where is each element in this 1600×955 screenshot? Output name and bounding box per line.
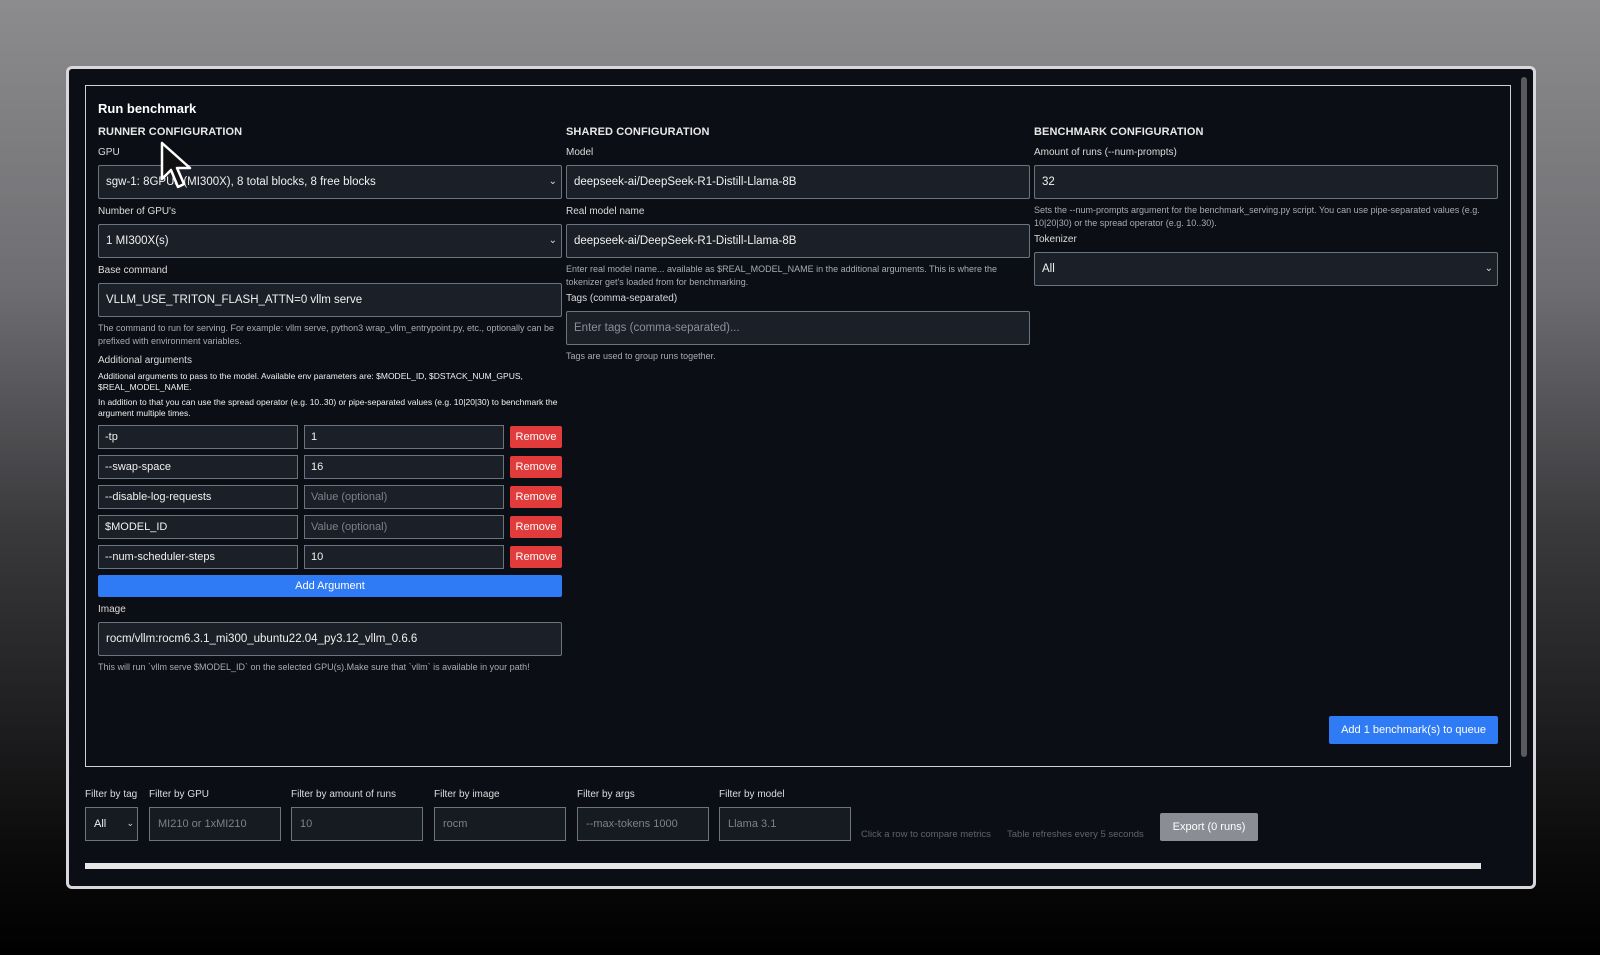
scrollbar[interactable] <box>1521 77 1527 757</box>
filter-image-label: Filter by image <box>434 789 500 800</box>
num-gpus-select[interactable]: 1 MI300X(s) ⌄ <box>98 224 562 258</box>
filter-tag-label: Filter by tag <box>85 789 138 800</box>
chevron-down-icon: ⌄ <box>126 818 134 828</box>
num-gpus-label: Number of GPU's <box>98 206 177 217</box>
compare-note: Click a row to compare metrics <box>861 829 991 840</box>
argument-row: --num-scheduler-steps 10 Remove <box>98 545 562 569</box>
arguments-list: -tp 1 Remove --swap-space 16 Remove --di… <box>98 425 562 569</box>
run-benchmark-panel: Run benchmark RUNNER CONFIGURATION GPU s… <box>85 85 1511 767</box>
argument-value-input[interactable]: Value (optional) <box>304 485 504 509</box>
export-button[interactable]: Export (0 runs) <box>1160 813 1258 841</box>
filter-model-input[interactable]: Llama 3.1 <box>719 807 851 841</box>
chevron-down-icon: ⌄ <box>548 176 557 187</box>
filter-model: Filter by model Llama 3.1 <box>719 789 851 841</box>
runs-input[interactable]: 32 <box>1034 165 1498 199</box>
filter-tag-value: All <box>94 818 107 830</box>
argument-name-input[interactable]: --disable-log-requests <box>98 485 298 509</box>
real-model-name-input[interactable]: deepseek-ai/DeepSeek-R1-Distill-Llama-8B <box>566 224 1030 258</box>
filter-runs-label: Filter by amount of runs <box>291 789 397 800</box>
runner-configuration: RUNNER CONFIGURATION GPU sgw-1: 8GPUs (M… <box>98 126 562 674</box>
filter-tag-select[interactable]: All ⌄ <box>85 807 138 841</box>
runs-label: Amount of runs (--num-prompts) <box>1034 147 1177 158</box>
filter-runs: Filter by amount of runs 10 <box>291 789 423 841</box>
base-command-input[interactable]: VLLM_USE_TRITON_FLASH_ATTN=0 vllm serve <box>98 283 562 317</box>
shared-configuration: SHARED CONFIGURATION Model deepseek-ai/D… <box>566 126 1030 363</box>
chevron-down-icon: ⌄ <box>548 235 557 246</box>
runner-heading: RUNNER CONFIGURATION <box>98 126 243 138</box>
filter-gpu: Filter by GPU MI210 or 1xMI210 <box>149 789 281 841</box>
model-input[interactable]: deepseek-ai/DeepSeek-R1-Distill-Llama-8B <box>566 165 1030 199</box>
filter-tag: Filter by tag All ⌄ <box>85 789 138 841</box>
filter-runs-input[interactable]: 10 <box>291 807 423 841</box>
real-model-name-help: Enter real model name... available as $R… <box>566 264 998 287</box>
model-label: Model <box>566 147 594 158</box>
mouse-pointer-icon <box>160 141 192 189</box>
table-top-edge <box>85 863 1481 869</box>
tokenizer-label: Tokenizer <box>1034 234 1077 245</box>
add-argument-button[interactable]: Add Argument <box>98 575 562 597</box>
argument-value-input[interactable]: 16 <box>304 455 504 479</box>
argument-name-input[interactable]: $MODEL_ID <box>98 515 298 539</box>
gpu-select-value: sgw-1: 8GPUs (MI300X), 8 total blocks, 8… <box>106 176 376 188</box>
app-window: Run benchmark RUNNER CONFIGURATION GPU s… <box>66 66 1536 889</box>
tags-label: Tags (comma-separated) <box>566 293 678 304</box>
refresh-note: Table refreshes every 5 seconds <box>1007 829 1144 840</box>
filter-image: Filter by image rocm <box>434 789 566 841</box>
tokenizer-value: All <box>1042 263 1055 275</box>
base-command-label: Base command <box>98 265 168 276</box>
image-input[interactable]: rocm/vllm:rocm6.3.1_mi300_ubuntu22.04_py… <box>98 622 562 656</box>
remove-argument-button[interactable]: Remove <box>510 426 562 448</box>
runs-help: Sets the --num-prompts argument for the … <box>1034 205 1480 228</box>
filter-args-label: Filter by args <box>577 789 635 800</box>
argument-row: --swap-space 16 Remove <box>98 455 562 479</box>
filter-model-label: Filter by model <box>719 789 785 800</box>
shared-heading: SHARED CONFIGURATION <box>566 126 710 138</box>
add-to-queue-button[interactable]: Add 1 benchmark(s) to queue <box>1329 716 1498 744</box>
image-help: This will run `vllm serve $MODEL_ID` on … <box>98 662 530 672</box>
filters-bar: Filter by tag All ⌄ Filter by GPU MI210 … <box>85 789 1285 849</box>
remove-argument-button[interactable]: Remove <box>510 486 562 508</box>
remove-argument-button[interactable]: Remove <box>510 516 562 538</box>
base-command-help: The command to run for serving. For exam… <box>98 323 555 346</box>
arguments-help-env: Additional arguments to pass to the mode… <box>98 371 523 392</box>
benchmark-heading: BENCHMARK CONFIGURATION <box>1034 126 1204 138</box>
chevron-down-icon: ⌄ <box>1484 263 1493 274</box>
tags-help: Tags are used to group runs together. <box>566 351 716 361</box>
argument-value-input[interactable]: Value (optional) <box>304 515 504 539</box>
remove-argument-button[interactable]: Remove <box>510 546 562 568</box>
filter-image-input[interactable]: rocm <box>434 807 566 841</box>
image-label: Image <box>98 604 126 615</box>
real-model-name-label: Real model name <box>566 206 645 217</box>
arguments-help-spread: In addition to that you can use the spre… <box>98 397 558 418</box>
argument-name-input[interactable]: --num-scheduler-steps <box>98 545 298 569</box>
filter-gpu-input[interactable]: MI210 or 1xMI210 <box>149 807 281 841</box>
argument-name-input[interactable]: -tp <box>98 425 298 449</box>
argument-row: $MODEL_ID Value (optional) Remove <box>98 515 562 539</box>
argument-value-input[interactable]: 1 <box>304 425 504 449</box>
argument-value-input[interactable]: 10 <box>304 545 504 569</box>
argument-row: -tp 1 Remove <box>98 425 562 449</box>
argument-row: --disable-log-requests Value (optional) … <box>98 485 562 509</box>
additional-arguments-label: Additional arguments <box>98 355 192 366</box>
argument-name-input[interactable]: --swap-space <box>98 455 298 479</box>
tags-input[interactable]: Enter tags (comma-separated)... <box>566 311 1030 345</box>
remove-argument-button[interactable]: Remove <box>510 456 562 478</box>
panel-title: Run benchmark <box>98 101 197 116</box>
filter-args: Filter by args --max-tokens 1000 <box>577 789 709 841</box>
tokenizer-select[interactable]: All ⌄ <box>1034 252 1498 286</box>
num-gpus-value: 1 MI300X(s) <box>106 235 169 247</box>
filter-args-input[interactable]: --max-tokens 1000 <box>577 807 709 841</box>
filter-gpu-label: Filter by GPU <box>149 789 210 800</box>
benchmark-configuration: BENCHMARK CONFIGURATION Amount of runs (… <box>1034 126 1498 286</box>
